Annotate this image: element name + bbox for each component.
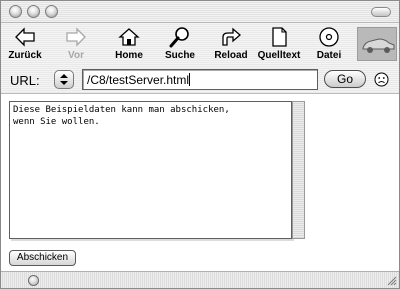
- page-content: Diese Beispieldaten kann man abschicken,…: [1, 94, 399, 270]
- message-textarea[interactable]: Diese Beispieldaten kann man abschicken,…: [9, 101, 292, 239]
- disc-icon: [319, 27, 339, 47]
- close-button[interactable]: [9, 5, 22, 18]
- smiley-icon: [374, 72, 389, 87]
- search-label: Suche: [164, 50, 195, 61]
- view-source-button[interactable]: Quelltext: [253, 25, 305, 61]
- house-icon: [118, 28, 140, 46]
- back-button[interactable]: Zurück: [7, 25, 43, 61]
- url-input[interactable]: /C8/testServer.html: [82, 69, 318, 90]
- browser-window: Zurück Vor Home Suche Reload Quelltext D…: [0, 0, 400, 289]
- address-bar: URL: /C8/testServer.html Go: [1, 67, 399, 94]
- forward-button[interactable]: Vor: [61, 25, 91, 61]
- textarea-scrollbar[interactable]: [292, 101, 305, 239]
- forward-label: Vor: [68, 50, 84, 61]
- go-button[interactable]: Go: [324, 70, 366, 88]
- chevron-up-icon: [60, 74, 68, 78]
- toolbar: Zurück Vor Home Suche Reload Quelltext D…: [1, 23, 399, 67]
- zoom-button[interactable]: [45, 5, 58, 18]
- submit-button[interactable]: Abschicken: [9, 250, 76, 266]
- arrow-left-icon: [15, 27, 35, 47]
- file-button[interactable]: Datei: [313, 25, 345, 61]
- toolbar-toggle-button[interactable]: [371, 7, 391, 17]
- car-logo-icon: [362, 38, 395, 53]
- document-icon: [272, 27, 287, 47]
- search-button[interactable]: Suche: [161, 25, 199, 61]
- home-label: Home: [115, 50, 143, 61]
- reload-button[interactable]: Reload: [211, 25, 251, 61]
- resize-grip-icon[interactable]: [386, 275, 397, 286]
- minimize-button[interactable]: [27, 5, 40, 18]
- history-stepper[interactable]: [54, 70, 74, 89]
- file-label: Datei: [316, 50, 342, 61]
- source-label: Quelltext: [257, 50, 301, 61]
- browser-logo: [357, 27, 397, 61]
- reload-label: Reload: [214, 50, 248, 61]
- home-button[interactable]: Home: [113, 25, 145, 61]
- url-label: URL:: [10, 73, 40, 88]
- magnifier-icon: [169, 27, 189, 48]
- title-bar[interactable]: [1, 1, 399, 23]
- text-caret: [189, 73, 191, 86]
- scroll-thumb[interactable]: [28, 275, 39, 286]
- horizontal-scrollbar[interactable]: [1, 271, 399, 288]
- arrow-right-icon: [66, 27, 86, 47]
- reload-arrow-icon: [222, 27, 241, 46]
- url-value: /C8/testServer.html: [87, 73, 190, 87]
- chevron-down-icon: [60, 81, 68, 85]
- back-label: Zurück: [8, 50, 42, 61]
